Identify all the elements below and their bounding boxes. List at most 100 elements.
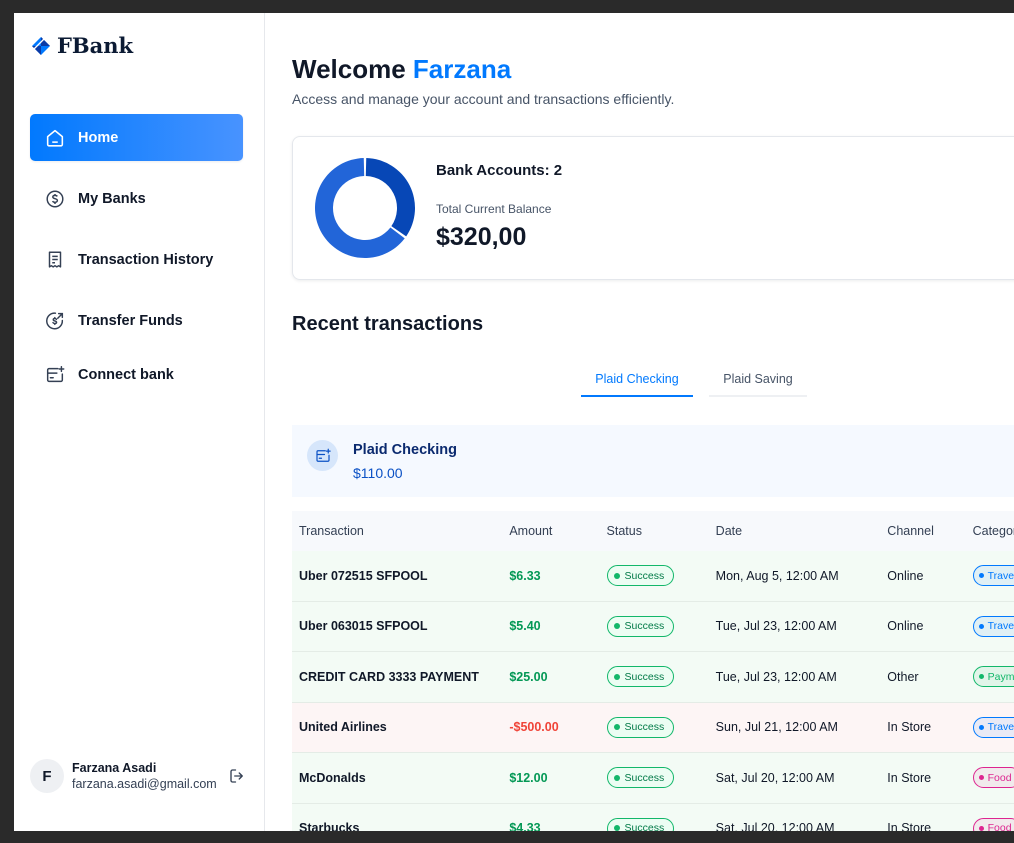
category-dot-icon: [978, 573, 984, 579]
home-icon: [46, 129, 64, 147]
status-dot-icon: [613, 623, 620, 630]
sidebar-item-connect-bank[interactable]: Connect bank: [30, 351, 243, 398]
transaction-channel: In Store: [887, 821, 932, 831]
table-row[interactable]: United Airlines -$500.00 Success Sun, Jul 2…: [292, 702, 1014, 753]
transaction-name: CREDIT CARD 3333 PAYMENT: [299, 669, 479, 684]
category-badge: Food: [972, 767, 1014, 789]
profile-name: Farzana Asadi: [72, 761, 157, 775]
profile-email: farzana.asadi@gmail.com: [72, 777, 217, 791]
sidebar-item-label: My Banks: [78, 190, 146, 207]
balance-donut-chart: [315, 158, 415, 258]
bank-card-icon: [307, 440, 338, 471]
dollar-circle-icon: [46, 189, 64, 208]
sidebar-item-label: Home: [78, 129, 119, 146]
total-balance-value: $320,00: [436, 223, 527, 251]
sidebar-item-transfer-funds[interactable]: Transfer Funds: [30, 297, 243, 344]
category-badge: Travel: [972, 716, 1014, 738]
transaction-date: Tue, Jul 23, 12:00 AM: [715, 669, 837, 684]
column-header-status: Status: [606, 524, 642, 538]
connect-bank-icon: [46, 365, 65, 382]
sidebar: FBank Home My Banks Transaction History: [14, 13, 265, 831]
status-badge: Success: [606, 767, 675, 789]
status-label: Success: [624, 620, 665, 633]
page-subtitle: Access and manage your account and trans…: [292, 91, 675, 107]
transaction-date: Sun, Jul 21, 12:00 AM: [715, 720, 838, 735]
main-content: Welcome Farzana Access and manage your a…: [265, 13, 1014, 831]
category-label: Food: [987, 771, 1012, 784]
sidebar-item-my-banks[interactable]: My Banks: [30, 175, 243, 222]
status-label: Success: [624, 721, 665, 734]
column-header-date: Date: [715, 524, 743, 538]
column-header-channel: Channel: [887, 524, 934, 538]
status-label: Success: [624, 771, 665, 784]
category-dot-icon: [978, 775, 984, 781]
category-label: Travel: [987, 721, 1014, 734]
category-badge: Food: [972, 817, 1014, 831]
table-body: Uber 072515 SFPOOL $6.33 Success Mon, Aug 5…: [292, 551, 1014, 831]
category-dot-icon: [978, 623, 984, 629]
logo-text: FBank: [57, 33, 134, 58]
donut-slice-1: [365, 158, 415, 237]
sidebar-item-label: Transaction History: [78, 251, 214, 268]
app-window: FBank Home My Banks Transaction History: [14, 13, 1014, 831]
recent-transactions-title: Recent transactions: [292, 313, 484, 335]
status-dot-icon: [613, 572, 620, 579]
page-title: Welcome Farzana: [292, 54, 511, 85]
balance-summary-card: Bank Accounts: 2 Total Current Balance $…: [292, 136, 1014, 280]
transaction-date: Sat, Jul 20, 12:00 AM: [715, 821, 835, 831]
transaction-date: Sat, Jul 20, 12:00 AM: [715, 770, 835, 785]
transaction-channel: In Store: [887, 720, 932, 735]
table-row[interactable]: Starbucks $4.33 Success Sat, Jul 20, 12:00 …: [292, 803, 1014, 831]
transaction-channel: Online: [887, 568, 924, 583]
status-label: Success: [624, 670, 665, 683]
welcome-text: Welcome: [292, 54, 406, 84]
table-row[interactable]: Uber 072515 SFPOOL $6.33 Success Mon, Aug 5…: [292, 551, 1014, 602]
transaction-amount: $4.33: [509, 821, 541, 831]
transaction-name: Starbucks: [299, 821, 360, 831]
category-label: Travel: [987, 620, 1014, 633]
table-row[interactable]: CREDIT CARD 3333 PAYMENT $25.00 Success Tue…: [292, 652, 1014, 703]
category-dot-icon: [978, 724, 984, 730]
logout-button[interactable]: [228, 767, 246, 785]
sidebar-item-transaction-history[interactable]: Transaction History: [30, 236, 243, 283]
table-row[interactable]: McDonalds $12.00 Success Sat, Jul 20, 12:00…: [292, 753, 1014, 804]
transaction-name: Uber 063015 SFPOOL: [299, 619, 428, 634]
transaction-name: McDonalds: [299, 770, 366, 785]
column-header-category: Category: [972, 524, 1014, 538]
logo[interactable]: FBank: [31, 33, 133, 58]
status-badge: Success: [606, 565, 675, 587]
user-first-name: Farzana: [412, 54, 512, 84]
category-label: Travel: [987, 569, 1014, 582]
status-badge: Success: [606, 716, 675, 738]
logout-icon: [230, 769, 243, 783]
category-badge: Payment: [972, 666, 1014, 688]
user-profile: F Farzana Asadi farzana.asadi@gmail.com: [30, 759, 250, 793]
status-dot-icon: [613, 774, 620, 781]
column-header-amount: Amount: [509, 524, 553, 538]
category-badge: Travel: [972, 615, 1014, 637]
status-badge: Success: [606, 615, 675, 637]
transfer-icon: [46, 311, 64, 329]
transaction-amount: $6.33: [509, 568, 541, 583]
tab-plaid-checking[interactable]: Plaid Checking: [581, 360, 693, 397]
transaction-date: Tue, Jul 23, 12:00 AM: [715, 619, 837, 634]
table-header: Transaction Amount Status Date Channel C…: [292, 511, 1014, 551]
tab-plaid-saving[interactable]: Plaid Saving: [709, 360, 807, 397]
status-label: Success: [624, 569, 665, 582]
transaction-name: United Airlines: [299, 720, 387, 735]
selected-bank-card[interactable]: Plaid Checking $110.00: [292, 425, 1014, 497]
status-badge: Success: [606, 666, 675, 688]
status-label: Success: [624, 822, 665, 831]
transaction-name: Uber 072515 SFPOOL: [299, 568, 428, 583]
category-dot-icon: [978, 825, 984, 831]
bank-accounts-count: Bank Accounts: 2: [436, 162, 563, 179]
transactions-table: Transaction Amount Status Date Channel C…: [292, 511, 1014, 831]
sidebar-item-home[interactable]: Home: [30, 114, 243, 161]
status-dot-icon: [613, 825, 620, 831]
transaction-amount: $25.00: [509, 669, 548, 684]
table-row[interactable]: Uber 063015 SFPOOL $5.40 Success Tue, Jul 2…: [292, 601, 1014, 652]
fbank-logo-icon: [31, 36, 51, 56]
avatar[interactable]: F: [30, 759, 64, 793]
column-header-transaction: Transaction: [299, 524, 364, 538]
category-dot-icon: [978, 674, 984, 680]
